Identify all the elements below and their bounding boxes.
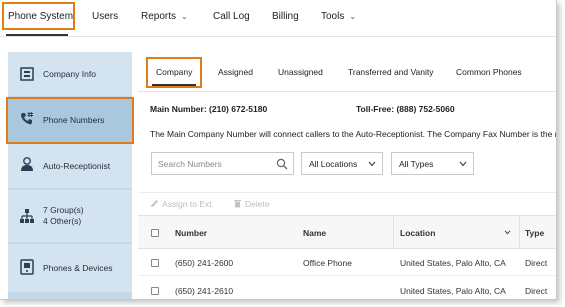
location-select[interactable]: All Locations <box>301 152 383 175</box>
nav-reports[interactable]: Reports ⌄ <box>141 11 188 22</box>
chevron-down-icon <box>459 161 467 167</box>
tab-common-phones[interactable]: Common Phones <box>456 67 522 77</box>
cell-location: United States, Palo Alto, CA <box>400 258 506 268</box>
chevron-down-icon[interactable] <box>504 230 511 235</box>
trash-icon <box>234 200 241 208</box>
search-input[interactable] <box>152 153 272 174</box>
app-window: Phone System Users Reports ⌄ Call Log Bil… <box>0 0 557 300</box>
column-header-location[interactable]: Location <box>400 228 435 238</box>
cell-type: Direct <box>525 286 548 296</box>
tab-assigned[interactable]: Assigned <box>218 67 253 77</box>
pencil-icon <box>151 200 158 207</box>
cell-name: Office Phone <box>303 258 352 268</box>
sidebar-item-label: Company Info <box>43 69 96 79</box>
highlight-box-nav <box>2 2 75 30</box>
search-icon[interactable] <box>276 158 288 170</box>
delete-button[interactable]: Delete <box>233 199 270 209</box>
nav-billing[interactable]: Billing <box>272 11 299 22</box>
row-checkbox[interactable] <box>151 287 159 295</box>
tab-transferred-vanity[interactable]: Transferred and Vanity <box>348 67 434 77</box>
cell-number: (650) 241-2600 <box>175 258 234 268</box>
select-all-checkbox[interactable] <box>151 229 159 237</box>
active-nav-indicator <box>6 34 68 36</box>
chevron-down-icon <box>368 161 376 167</box>
receptionist-icon <box>21 157 33 171</box>
sidebar-item-groups[interactable]: 7 Group(s) 4 Other(s) <box>8 190 132 242</box>
sidebar-item-label: Phones & Devices <box>43 263 113 273</box>
device-icon <box>20 259 34 275</box>
chevron-down-icon: ⌄ <box>181 12 188 21</box>
chevron-down-icon: ⌄ <box>349 12 357 21</box>
table-row[interactable]: (650) 241-2600 Office Phone United State… <box>138 249 556 276</box>
assign-to-ext-button[interactable]: Assign to Ext. <box>150 199 214 209</box>
type-select[interactable]: All Types <box>391 152 474 175</box>
column-header-name[interactable]: Name <box>303 228 326 238</box>
column-divider <box>519 216 520 249</box>
sidebar-item-label: Auto-Receptionist <box>43 161 111 171</box>
building-icon <box>20 67 34 81</box>
sidebar-item-sublabel: 4 Other(s) <box>43 216 82 226</box>
sidebar-item-phones-devices[interactable]: Phones & Devices <box>8 244 132 292</box>
highlight-box-tab <box>146 57 202 88</box>
main-number: Main Number: (210) 672-5180 <box>150 104 268 114</box>
nav-tools[interactable]: Tools ⌄ <box>321 11 356 22</box>
column-divider <box>393 216 394 249</box>
sidebar: Company Info Phone Numbers Auto-Receptio… <box>8 52 132 299</box>
action-bar: Assign to Ext. Delete <box>138 192 556 216</box>
highlight-box-sidebar <box>6 97 134 144</box>
column-header-number[interactable]: Number <box>175 228 207 238</box>
nav-users[interactable]: Users <box>92 11 118 22</box>
column-header-type[interactable]: Type <box>525 228 544 238</box>
cell-number: (650) 241-2610 <box>175 286 234 296</box>
sidebar-item-label: 7 Group(s) <box>43 205 84 215</box>
cell-type: Direct <box>525 258 548 268</box>
table-header: Number Name Location Type <box>138 216 556 249</box>
nav-call-log[interactable]: Call Log <box>213 11 250 22</box>
cell-location: United States, Palo Alto, CA <box>400 286 506 296</box>
tab-unassigned[interactable]: Unassigned <box>278 67 323 77</box>
org-chart-icon <box>20 209 34 223</box>
main-panel: Company Assigned Unassigned Transferred … <box>138 52 557 299</box>
search-field[interactable] <box>151 152 294 175</box>
toll-free-number: Toll-Free: (888) 752-5060 <box>356 104 455 114</box>
row-checkbox[interactable] <box>151 259 159 267</box>
top-nav: Phone System Users Reports ⌄ Call Log Bil… <box>0 0 556 37</box>
sidebar-item-auto-receptionist[interactable]: Auto-Receptionist <box>8 144 132 188</box>
tab-bar: Company Assigned Unassigned Transferred … <box>138 52 556 92</box>
sidebar-item-company-info[interactable]: Company Info <box>8 52 132 96</box>
company-number-description: The Main Company Number will connect cal… <box>150 129 557 139</box>
table-row[interactable]: (650) 241-2610 United States, Palo Alto,… <box>138 277 556 299</box>
